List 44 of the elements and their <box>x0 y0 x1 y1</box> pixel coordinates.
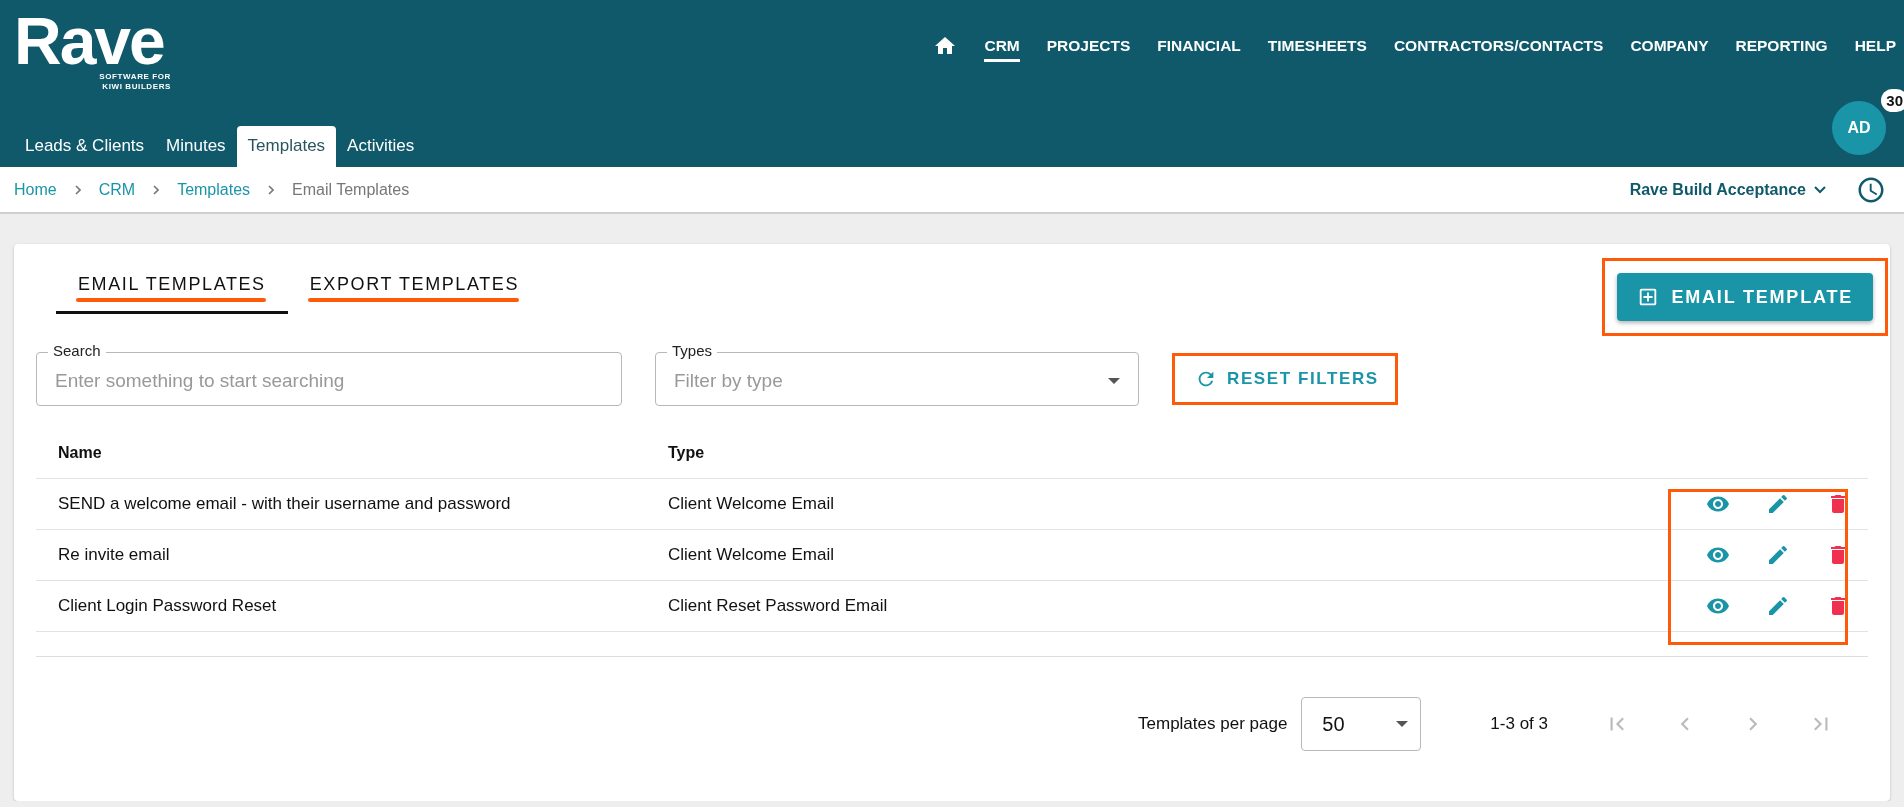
table-cell-text: Re invite email <box>58 545 171 565</box>
column-header: Name <box>58 444 103 462</box>
nav-link[interactable]: CRM <box>984 37 1020 62</box>
edit-pencil-icon[interactable] <box>1766 594 1790 618</box>
per-page-dropdown[interactable]: 50 <box>1301 697 1422 751</box>
page-tab[interactable]: EXPORT TEMPLATES <box>287 262 542 314</box>
chevron-down-icon <box>1814 185 1826 194</box>
page-range: 1-3 of 3 <box>1490 714 1548 734</box>
edit-pencil-icon[interactable] <box>1766 543 1790 567</box>
breadcrumb-current: Email Templates <box>292 180 410 199</box>
chevron-right-icon <box>268 184 275 195</box>
dropdown-caret-icon <box>1108 378 1120 384</box>
edit-pencil-icon[interactable] <box>1766 492 1790 516</box>
table-cell-text: Client Welcome Email <box>668 545 835 565</box>
company-selector[interactable]: Rave Build Acceptance <box>1629 180 1826 199</box>
add-template-button[interactable]: EMAIL TEMPLATE <box>1617 273 1873 321</box>
reset-filters-button[interactable]: RESET FILTERS <box>1187 362 1387 396</box>
column-header: Type <box>668 444 706 462</box>
breadcrumb-link[interactable]: CRM <box>98 180 136 199</box>
sub-tab[interactable]: Leads & Clients <box>14 126 156 167</box>
chevron-right-icon <box>74 184 81 195</box>
nav-link[interactable]: HELP <box>1854 37 1896 62</box>
nav-link[interactable]: PROJECTS <box>1046 37 1131 62</box>
table-cell-text: SEND a welcome email - with their username and password <box>58 494 512 514</box>
nav-link[interactable]: CONTRACTORS/CONTACTS <box>1393 37 1604 62</box>
sub-tab[interactable]: Activities <box>336 126 426 167</box>
page-tab[interactable]: EMAIL TEMPLATES <box>56 262 288 314</box>
sub-tab[interactable]: Minutes <box>155 126 237 167</box>
user-avatar[interactable]: AD <box>1832 101 1886 155</box>
nav-link[interactable]: FINANCIAL <box>1157 37 1241 62</box>
notification-badge: 30 <box>1881 89 1904 112</box>
dropdown-caret-icon <box>1396 721 1409 727</box>
table-cell-text: Client Reset Password Email <box>668 596 889 616</box>
breadcrumb-link[interactable]: Templates <box>177 180 251 199</box>
nav-link[interactable]: COMPANY <box>1630 37 1709 62</box>
field-label: Search <box>48 342 106 359</box>
nav-link[interactable]: TIMESHEETS <box>1267 37 1367 62</box>
per-page-label: Templates per page <box>1138 714 1288 734</box>
chevron-right-icon <box>153 184 160 195</box>
sub-tab[interactable]: Templates <box>236 126 337 167</box>
breadcrumb-link[interactable]: Home <box>14 180 57 199</box>
table-cell-text: Client Login Password Reset <box>58 596 278 616</box>
nav-link[interactable]: REPORTING <box>1735 37 1828 62</box>
table-cell-text: Client Welcome Email <box>668 494 835 514</box>
